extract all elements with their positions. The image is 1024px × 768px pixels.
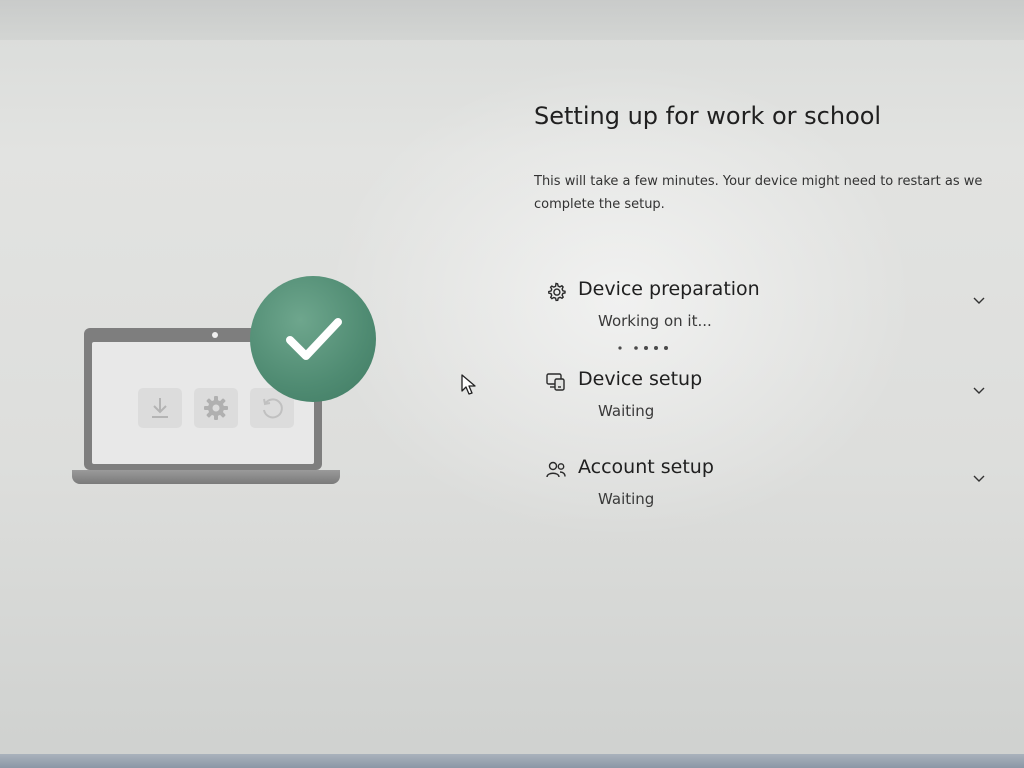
laptop-camera xyxy=(212,332,218,338)
checkmark-icon xyxy=(286,318,342,360)
restart-icon xyxy=(263,398,283,419)
mouse-cursor-icon xyxy=(461,374,476,395)
device-setup-icon xyxy=(546,373,565,391)
step-status: Waiting xyxy=(598,490,655,508)
step-title: Device setup xyxy=(578,368,703,390)
step-status: Waiting xyxy=(598,402,655,420)
people-icon xyxy=(546,461,566,478)
page-subtitle: This will take a few minutes. Your devic… xyxy=(534,174,983,212)
download-tile xyxy=(138,388,182,428)
progress-dots xyxy=(618,346,668,350)
settings-tile xyxy=(194,388,238,428)
page-title: Setting up for work or school xyxy=(534,102,882,130)
setup-illustration xyxy=(70,270,390,490)
chevron-down-icon[interactable] xyxy=(970,382,988,400)
check-badge xyxy=(250,276,376,402)
screen-bottom-edge xyxy=(0,754,1024,768)
step-device-preparation[interactable]: Device preparation Working on it... xyxy=(540,278,1000,344)
step-title: Device preparation xyxy=(578,278,760,300)
step-device-setup[interactable]: Device setup Waiting xyxy=(540,368,1000,434)
chevron-down-icon[interactable] xyxy=(970,470,988,488)
chevron-down-icon[interactable] xyxy=(970,292,988,310)
download-icon xyxy=(152,398,168,418)
step-title: Account setup xyxy=(578,456,714,478)
setup-screen: Setting up for work or school This will … xyxy=(0,0,1024,768)
gear-icon xyxy=(204,396,228,420)
laptop-base xyxy=(72,470,340,484)
step-account-setup[interactable]: Account setup Waiting xyxy=(540,456,1000,522)
screen-top-edge xyxy=(0,0,1024,40)
step-status: Working on it... xyxy=(598,312,712,330)
gear-icon xyxy=(548,282,566,302)
